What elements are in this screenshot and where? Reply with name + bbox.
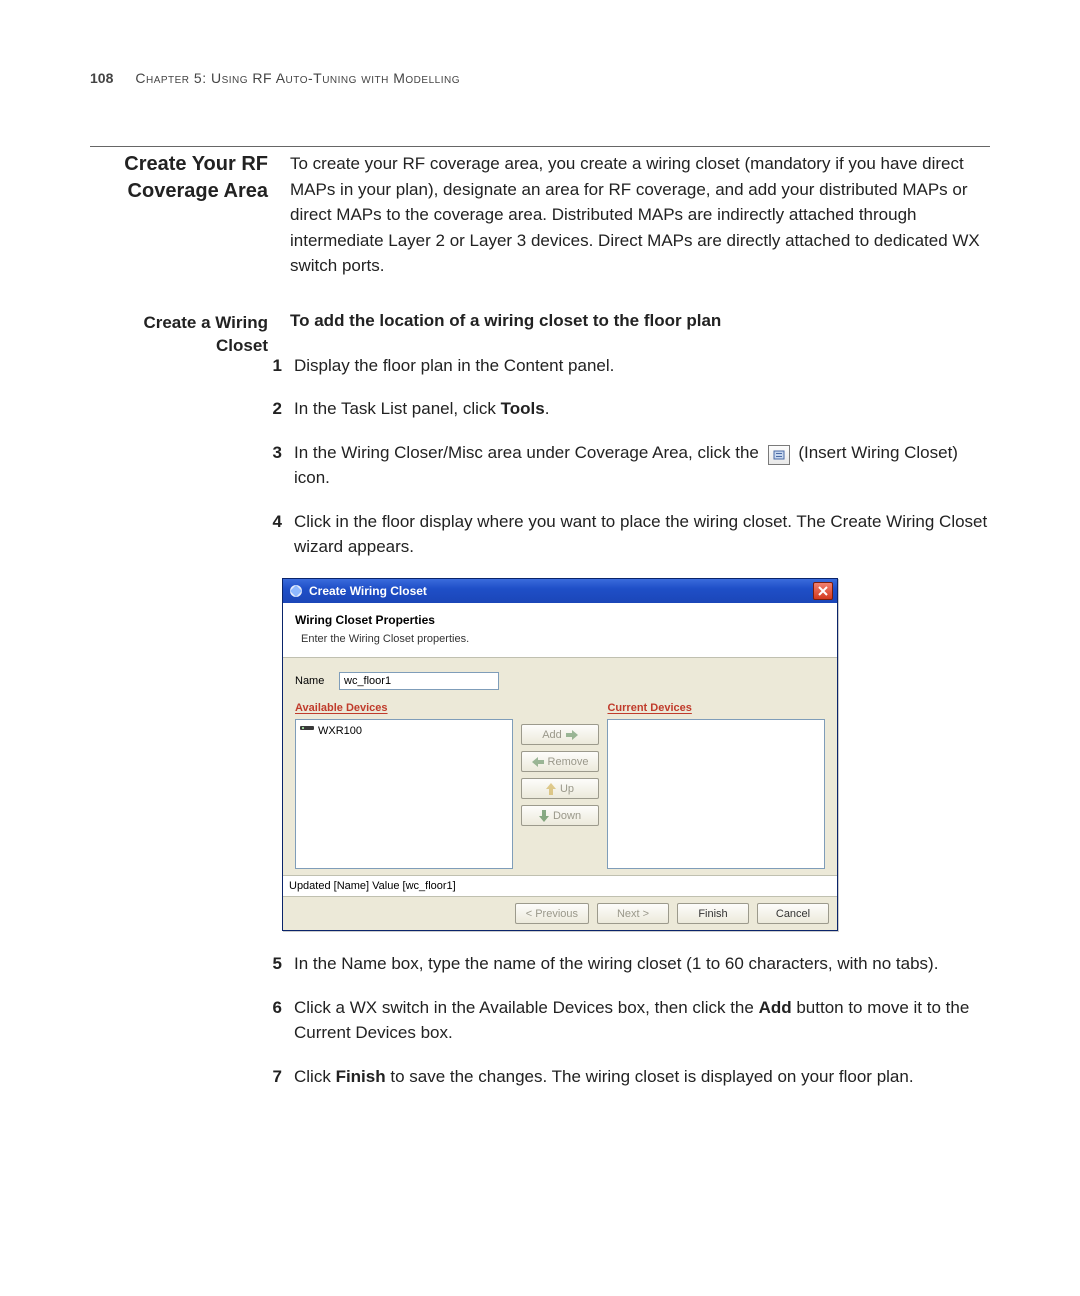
text-run: Click — [294, 1067, 336, 1086]
step-number: 6 — [260, 995, 282, 1046]
step-3: 3 In the Wiring Closer/Misc area under C… — [290, 440, 990, 491]
available-devices-listbox[interactable]: WXR100 — [295, 719, 513, 869]
name-label: Name — [295, 673, 339, 690]
text-bold: Add — [759, 998, 792, 1017]
current-devices-listbox[interactable] — [607, 719, 825, 869]
dialog-title: Create Wiring Closet — [309, 582, 813, 600]
text-run: In the Wiring Closer/Misc area under Cov… — [294, 443, 764, 462]
finish-button[interactable]: Finish — [677, 903, 749, 924]
section-create-wiring-closet: Create a Wiring Closet To add the locati… — [90, 311, 990, 1108]
current-devices-label: Current Devices — [607, 700, 825, 717]
step-text: Click a WX switch in the Available Devic… — [294, 995, 990, 1046]
step-2: 2 In the Task List panel, click Tools. — [290, 396, 990, 422]
text-run: Click a WX switch in the Available Devic… — [294, 998, 759, 1017]
dialog-button-bar: < Previous Next > Finish Cancel — [283, 896, 837, 930]
step-number: 4 — [260, 509, 282, 560]
step-number: 5 — [260, 951, 282, 977]
chapter-title: Chapter 5: Using RF Auto-Tuning with Mod… — [135, 70, 460, 86]
transfer-buttons: Add Remove Up — [521, 724, 600, 826]
current-devices-column: Current Devices — [607, 700, 825, 869]
text-bold: Tools — [501, 399, 545, 418]
list-item[interactable]: WXR100 — [298, 722, 510, 741]
text-run: . — [545, 399, 550, 418]
cancel-button[interactable]: Cancel — [757, 903, 829, 924]
step-text: Click in the floor display where you wan… — [294, 509, 990, 560]
arrow-down-icon — [539, 810, 549, 822]
step-5: 5 In the Name box, type the name of the … — [290, 951, 990, 977]
text-bold: Finish — [336, 1067, 386, 1086]
button-label: < Previous — [526, 908, 578, 920]
name-input[interactable] — [339, 672, 499, 690]
dialog-titlebar: Create Wiring Closet — [283, 579, 837, 603]
name-row: Name — [295, 672, 825, 690]
remove-button[interactable]: Remove — [521, 751, 600, 772]
step-text: In the Wiring Closer/Misc area under Cov… — [294, 440, 990, 491]
button-label: Next > — [617, 908, 649, 920]
running-header: 108 Chapter 5: Using RF Auto-Tuning with… — [90, 70, 990, 86]
subsection-lede: To add the location of a wiring closet t… — [290, 311, 990, 331]
arrow-left-icon — [532, 757, 544, 767]
subsection-heading: Create a Wiring Closet — [90, 311, 268, 359]
move-down-button[interactable]: Down — [521, 805, 600, 826]
available-devices-label: Available Devices — [295, 700, 513, 717]
text-run: to save the changes. The wiring closet i… — [386, 1067, 914, 1086]
button-label: Add — [542, 729, 562, 741]
dialog-body: Name Available Devices — [283, 658, 837, 875]
step-4: 4 Click in the floor display where you w… — [290, 509, 990, 560]
step-text: Click Finish to save the changes. The wi… — [294, 1064, 990, 1090]
button-label: Down — [553, 810, 581, 822]
step-number: 3 — [260, 440, 282, 491]
available-devices-column: Available Devices WXR100 — [295, 700, 513, 869]
dialog-subheader: Wiring Closet Properties Enter the Wirin… — [283, 603, 837, 659]
document-page: 108 Chapter 5: Using RF Auto-Tuning with… — [0, 0, 1080, 1197]
step-text: In the Task List panel, click Tools. — [294, 396, 990, 422]
section-body: To create your RF coverage area, you cre… — [290, 151, 990, 279]
device-icon — [300, 723, 314, 740]
step-1: 1 Display the floor plan in the Content … — [290, 353, 990, 379]
dialog-figure: Create Wiring Closet Wiring Closet Prope… — [282, 578, 990, 932]
dialog-subtitle: Wiring Closet Properties — [295, 611, 825, 629]
button-label: Finish — [698, 908, 727, 920]
step-text: In the Name box, type the name of the wi… — [294, 951, 990, 977]
step-7: 7 Click Finish to save the changes. The … — [290, 1064, 990, 1090]
section-create-coverage: Create Your RF Coverage Area To create y… — [90, 151, 990, 301]
previous-button[interactable]: < Previous — [515, 903, 589, 924]
step-6: 6 Click a WX switch in the Available Dev… — [290, 995, 990, 1046]
text-run: In the Task List panel, click — [294, 399, 501, 418]
page-number: 108 — [90, 70, 113, 86]
list-item-label: WXR100 — [318, 723, 362, 740]
window-close-button[interactable] — [813, 582, 833, 600]
app-icon — [289, 584, 303, 598]
step-number: 1 — [260, 353, 282, 379]
next-button[interactable]: Next > — [597, 903, 669, 924]
button-label: Up — [560, 783, 574, 795]
step-number: 7 — [260, 1064, 282, 1090]
arrow-right-icon — [566, 730, 578, 740]
step-list: 1 Display the floor plan in the Content … — [290, 353, 990, 1090]
dialog-description: Enter the Wiring Closet properties. — [295, 631, 825, 648]
button-label: Remove — [548, 756, 589, 768]
device-lists: Available Devices WXR100 — [295, 700, 825, 869]
arrow-up-icon — [546, 783, 556, 795]
button-label: Cancel — [776, 908, 810, 920]
step-text: Display the floor plan in the Content pa… — [294, 353, 990, 379]
hairline-rule — [90, 146, 990, 147]
move-up-button[interactable]: Up — [521, 778, 600, 799]
create-wiring-closet-dialog: Create Wiring Closet Wiring Closet Prope… — [282, 578, 838, 932]
status-bar: Updated [Name] Value [wc_floor1] — [283, 875, 837, 897]
insert-wiring-closet-icon — [768, 445, 790, 465]
section-heading: Create Your RF Coverage Area — [90, 151, 268, 205]
add-button[interactable]: Add — [521, 724, 600, 745]
step-number: 2 — [260, 396, 282, 422]
